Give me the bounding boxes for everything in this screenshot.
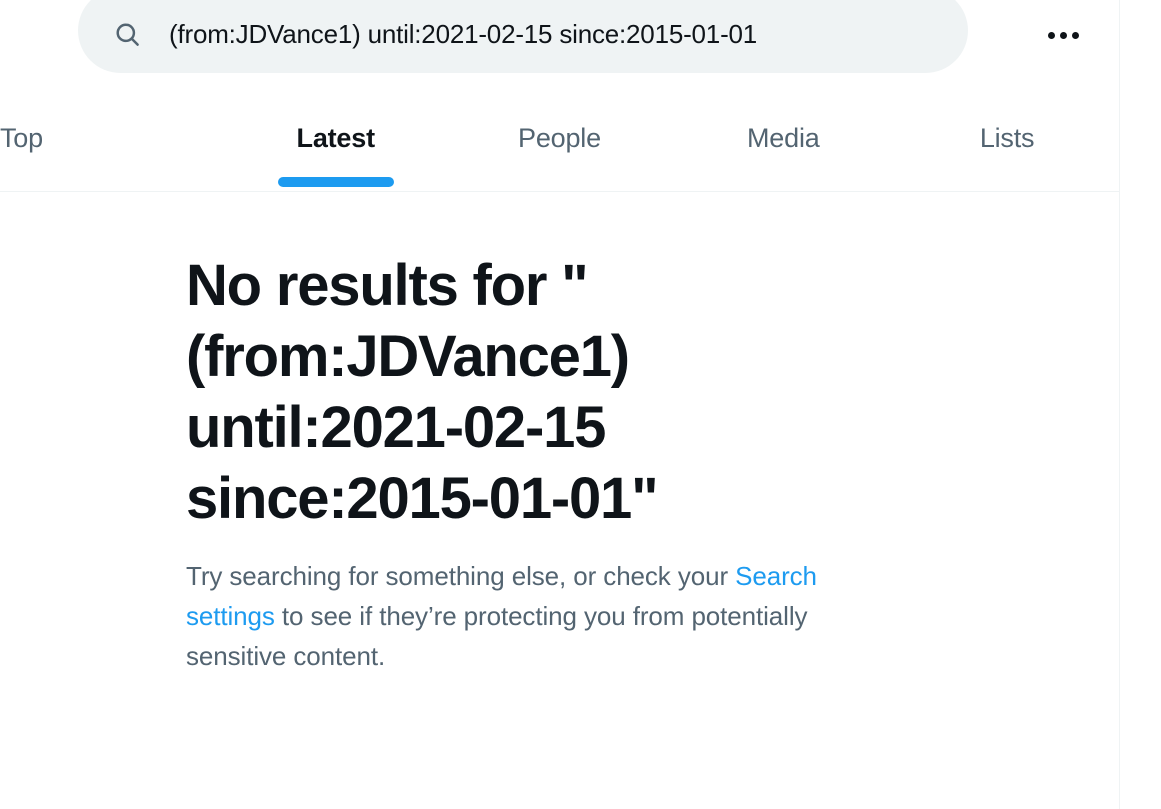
- tab-top[interactable]: Top: [0, 104, 224, 191]
- search-input[interactable]: [169, 18, 968, 52]
- search-icon: [114, 21, 141, 48]
- tab-active-indicator: [278, 177, 394, 187]
- tab-label: People: [518, 122, 601, 154]
- column-divider: [1119, 0, 1120, 809]
- tab-label: Lists: [980, 122, 1035, 154]
- tab-label: Top: [0, 122, 43, 154]
- search-results-page: Top Latest People Media Lists No results…: [0, 0, 1161, 809]
- empty-state-text-before: Try searching for something else, or che…: [186, 561, 735, 591]
- tab-label: Media: [747, 122, 820, 154]
- empty-state-text-after: to see if they’re protecting you from po…: [186, 601, 807, 671]
- search-tabs: Top Latest People Media Lists: [0, 104, 1119, 192]
- tab-lists[interactable]: Lists: [895, 104, 1119, 191]
- more-options-button[interactable]: [1036, 8, 1090, 62]
- tab-latest[interactable]: Latest: [224, 104, 448, 191]
- tab-media[interactable]: Media: [671, 104, 895, 191]
- empty-state: No results for "(from:JDVance1) until:20…: [186, 250, 826, 676]
- tab-people[interactable]: People: [448, 104, 672, 191]
- search-bar[interactable]: [78, 0, 968, 73]
- empty-state-title: No results for "(from:JDVance1) until:20…: [186, 250, 826, 534]
- more-horizontal-icon: [1048, 32, 1079, 39]
- tab-label: Latest: [297, 122, 375, 154]
- search-header: [0, 0, 1119, 104]
- empty-state-description: Try searching for something else, or che…: [186, 556, 826, 676]
